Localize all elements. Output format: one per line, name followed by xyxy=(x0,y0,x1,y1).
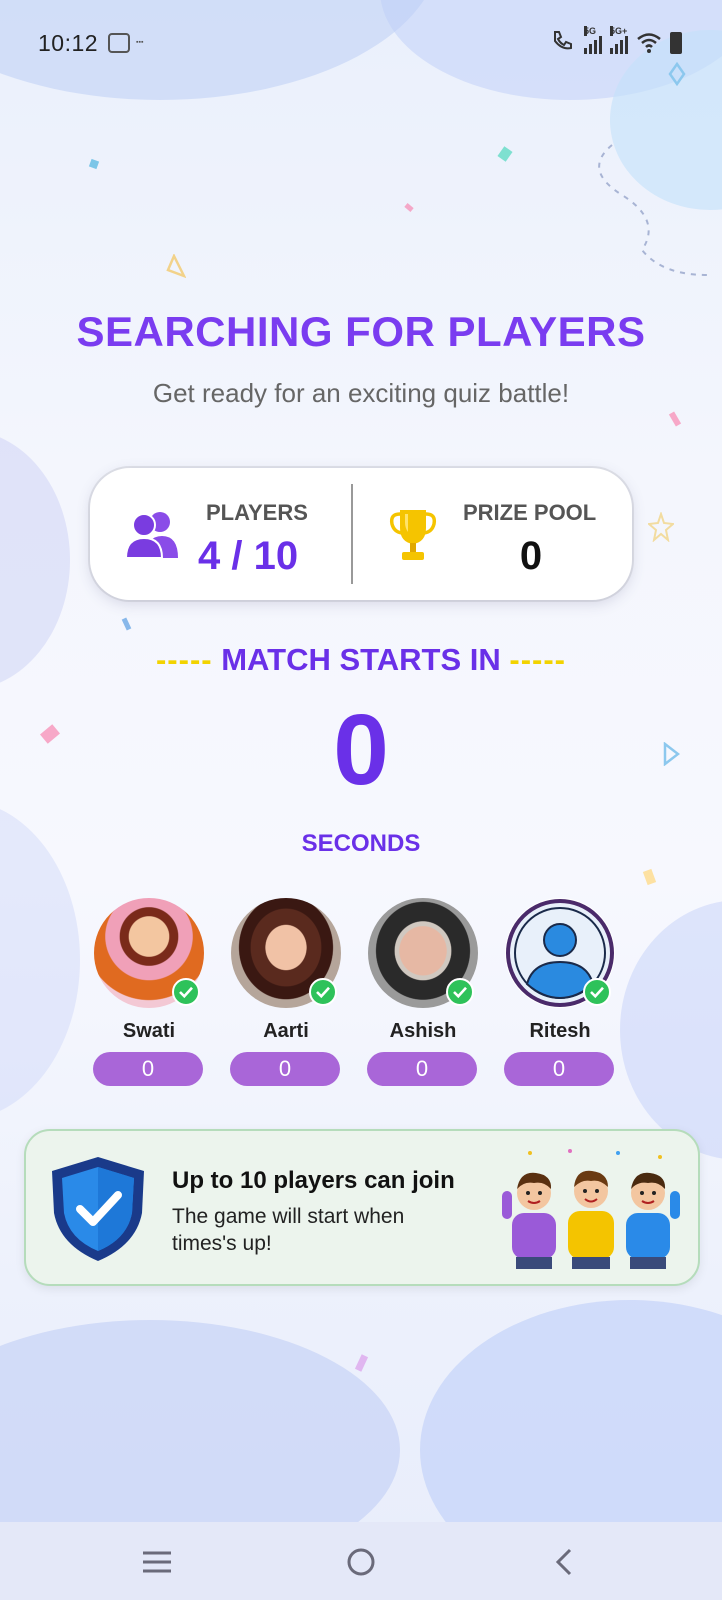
back-chevron-icon[interactable] xyxy=(546,1542,586,1582)
match-starts-label: ----- MATCH STARTS IN ----- xyxy=(0,642,722,678)
players-label: PLAYERS xyxy=(206,500,308,525)
info-description: The game will start when times's up! xyxy=(172,1205,405,1256)
info-title: Up to 10 players can join xyxy=(172,1167,455,1194)
player-score: 0 xyxy=(230,1052,340,1086)
player-score: 0 xyxy=(367,1052,477,1086)
prize-pool-label: PRIZE POOL xyxy=(463,500,597,525)
signal-5g-icon: 5G xyxy=(584,26,602,54)
signal-5g-plus-icon: 5G+ xyxy=(610,26,628,54)
notification-app-icon xyxy=(108,33,130,53)
player-name: Ashish xyxy=(389,1020,457,1042)
stats-divider xyxy=(351,484,353,584)
check-icon xyxy=(446,978,474,1006)
countdown-value: 0 xyxy=(333,694,389,806)
page-subtitle: Get ready for an exciting quiz battle! xyxy=(152,378,570,408)
wifi-call-icon xyxy=(554,31,572,50)
trophy-icon xyxy=(389,510,437,560)
status-time: 10:12 xyxy=(38,30,99,56)
info-card: Up to 10 players can join The game will … xyxy=(24,1129,700,1286)
player-card: Ritesh 0 xyxy=(503,898,617,1088)
prize-pool-value: 0 xyxy=(519,534,543,578)
player-score: 0 xyxy=(93,1052,203,1086)
players-count: 4 / 10 xyxy=(198,534,299,578)
players-group-icon xyxy=(124,512,178,559)
player-name: Ritesh xyxy=(529,1020,591,1042)
cheering-kids-icon xyxy=(502,1149,680,1269)
check-icon xyxy=(583,978,611,1006)
notification-app-label-icon: ▪▪▪ xyxy=(136,39,144,46)
shield-check-icon xyxy=(52,1157,144,1261)
system-icons: 5G 5G+ xyxy=(550,26,682,54)
countdown-unit: SECONDS xyxy=(301,830,421,857)
stats-card: PLAYERS 4 / 10 PRIZE POOL 0 xyxy=(90,468,632,600)
player-score: 0 xyxy=(504,1052,614,1086)
wifi-icon xyxy=(637,33,661,53)
dash-right: ----- xyxy=(509,642,567,677)
match-starts-text: MATCH STARTS IN xyxy=(221,642,501,677)
player-card: Swati 0 xyxy=(92,898,206,1088)
dash-left: ----- xyxy=(155,642,213,677)
player-name: Swati xyxy=(122,1020,176,1042)
player-card: Aarti 0 xyxy=(229,898,343,1088)
player-name: Aarti xyxy=(263,1020,309,1042)
page-title: SEARCHING FOR PLAYERS xyxy=(76,308,646,355)
battery-icon xyxy=(670,32,682,54)
check-icon xyxy=(309,978,337,1006)
status-bar: 10:12 ▪▪▪ 5G 5G+ xyxy=(0,0,722,88)
home-circle-icon[interactable] xyxy=(341,1542,381,1582)
navigation-bar xyxy=(0,1522,722,1600)
player-card: Ashish 0 xyxy=(366,898,480,1088)
menu-icon[interactable] xyxy=(137,1542,177,1582)
check-icon xyxy=(172,978,200,1006)
